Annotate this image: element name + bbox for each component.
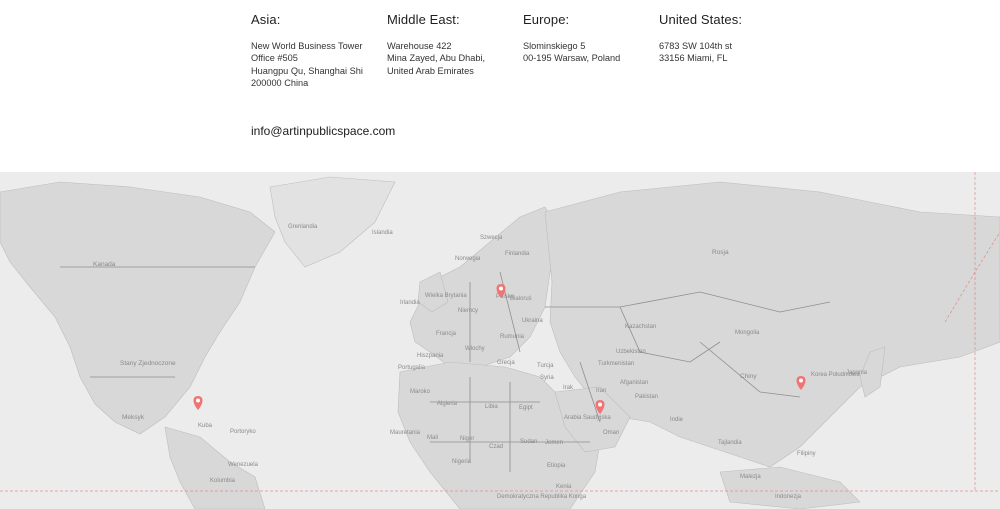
- map-label: Etiopia: [547, 463, 566, 469]
- map-label: Mongolia: [735, 330, 760, 336]
- map-label: Kanada: [93, 261, 116, 268]
- contact-page: Asia: New World Business Tower Office #5…: [0, 0, 1000, 509]
- map-label: Kenia: [556, 484, 572, 490]
- map-label: Sudan: [520, 439, 537, 445]
- map-label: Niemcy: [458, 308, 478, 314]
- address-line: Slominskiego 5: [523, 41, 586, 51]
- map-label: Grecja: [497, 360, 515, 366]
- map-label: Stany Zjednoczone: [120, 360, 176, 367]
- pin-dot: [196, 398, 200, 403]
- office-title: Middle East:: [387, 12, 460, 27]
- map-label: Turkmenistan: [598, 361, 634, 367]
- map-label: Japonia: [846, 370, 868, 376]
- map-label: Szwecja: [480, 235, 503, 241]
- address-line: 00-195 Warsaw, Poland: [523, 53, 621, 64]
- pin-dot: [598, 402, 602, 407]
- office-united-states: United States: 6783 SW 104th st 33156 Mi…: [659, 12, 795, 89]
- map-label: Kuba: [198, 423, 213, 429]
- address-line: New World Business Tower: [251, 41, 363, 51]
- map-label: Arabia Saudyjska: [564, 415, 611, 421]
- address-line: 33156 Miami, FL: [659, 53, 728, 64]
- map-label: Syria: [540, 375, 554, 381]
- address-line: Mina Zayed, Abu Dhabi,: [387, 53, 486, 64]
- map-label: Iran: [596, 388, 606, 394]
- pin-dot: [499, 286, 503, 291]
- map-label: Niger: [460, 436, 474, 442]
- map-label: Irlandia: [400, 300, 420, 306]
- map-label: Turcja: [537, 363, 554, 369]
- map-label: Czad: [489, 444, 503, 450]
- map-label: Malezja: [740, 474, 761, 480]
- map-label: Oman: [603, 430, 619, 436]
- offices-grid: Asia: New World Business Tower Office #5…: [251, 12, 811, 89]
- map-label: Uzbekistan: [616, 349, 646, 355]
- map-label: Algieria: [437, 401, 458, 407]
- office-title: United States:: [659, 12, 743, 27]
- map-label: Francja: [436, 331, 457, 337]
- map-label: Kolumbia: [210, 478, 236, 484]
- map-label: Portugalia: [398, 365, 426, 371]
- map-label: Hiszpania: [417, 353, 444, 359]
- map-label: Kazachstan: [625, 324, 656, 330]
- map-label: Nigeria: [452, 459, 472, 465]
- map-label: Mali: [427, 435, 438, 441]
- map-label: Wielka Brytania: [425, 293, 467, 299]
- map-label: Chiny: [740, 373, 757, 380]
- map-label: Grenlandia: [288, 224, 318, 230]
- office-title: Asia:: [251, 12, 281, 27]
- map-label: Pakistan: [635, 394, 658, 400]
- map-label: Ukraina: [522, 318, 543, 324]
- map-label: Indie: [670, 417, 684, 423]
- map-label: Meksyk: [122, 414, 145, 421]
- map-label: Maroko: [410, 389, 431, 395]
- office-asia: Asia: New World Business Tower Office #5…: [251, 12, 387, 89]
- office-middle-east: Middle East: Warehouse 422 Mina Zayed, A…: [387, 12, 523, 89]
- address-line: 200000 China: [251, 77, 309, 88]
- map-label: Mauretania: [390, 430, 421, 436]
- map-label: Islandia: [372, 230, 393, 236]
- map-label: Portoryko: [230, 429, 256, 435]
- map-label: Wenezuela: [228, 462, 259, 468]
- email-link[interactable]: info@artinpublicspace.com: [251, 124, 395, 138]
- world-map[interactable]: Grenlandia Islandia Kanada Stany Zjednoc…: [0, 172, 1000, 509]
- map-label: Tajlandia: [718, 440, 742, 446]
- map-label: Finlandia: [505, 251, 530, 257]
- map-label: Bialoruś: [510, 296, 532, 302]
- map-label: Filipiny: [797, 451, 816, 457]
- office-europe: Europe: Slominskiego 5 00-195 Warsaw, Po…: [523, 12, 659, 89]
- map-label: Egipt: [519, 405, 533, 411]
- map-label: Irak: [563, 385, 574, 391]
- address-line: 6783 SW 104th st: [659, 41, 733, 51]
- address-line: Office #505: [251, 53, 298, 64]
- map-label: Jemen: [545, 440, 563, 446]
- map-label: Libia: [485, 404, 498, 410]
- address-line: Warehouse 422: [387, 41, 452, 51]
- map-label: Rumunia: [500, 334, 525, 340]
- pin-dot: [799, 378, 803, 383]
- world-map-canvas[interactable]: Grenlandia Islandia Kanada Stany Zjednoc…: [0, 172, 1000, 509]
- map-label: Norwegia: [455, 256, 481, 262]
- map-label: Włochy: [465, 346, 485, 352]
- office-title: Europe:: [523, 12, 570, 27]
- map-label: Demokratyczna Republika Konga: [497, 494, 587, 500]
- address-line: United Arab Emirates: [387, 65, 474, 76]
- map-label: Indonezja: [775, 494, 802, 500]
- map-label: Rosja: [712, 249, 729, 256]
- address-line: Huangpu Qu, Shanghai Shi: [251, 65, 363, 76]
- map-label: Afganistan: [620, 380, 648, 386]
